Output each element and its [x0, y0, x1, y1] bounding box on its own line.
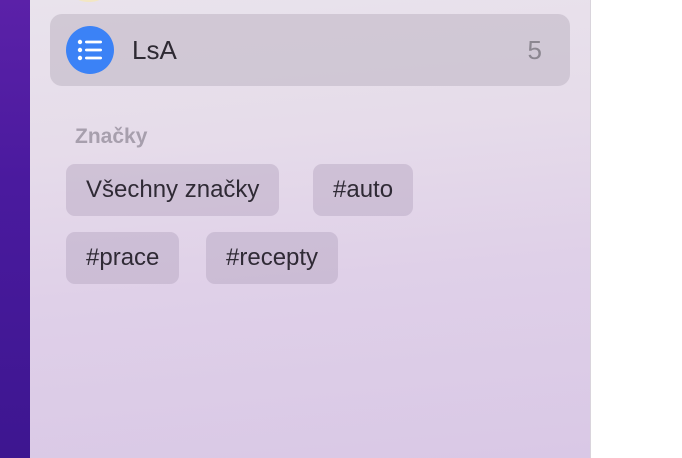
list-count: 5 — [527, 35, 542, 65]
tag-prace[interactable]: #prace — [66, 232, 180, 284]
list-bullet-icon — [66, 26, 114, 74]
tag-all-tags[interactable]: Všechny značky — [66, 164, 280, 216]
tag-recepty[interactable]: #recepty — [206, 232, 339, 284]
sidebar-list-item[interactable]: LsA 5 — [50, 14, 570, 86]
tag-auto[interactable]: #auto — [313, 164, 414, 216]
list-name: LsA — [132, 35, 177, 65]
tags-section-title: Značky — [75, 125, 148, 148]
desktop-background — [0, 0, 30, 458]
